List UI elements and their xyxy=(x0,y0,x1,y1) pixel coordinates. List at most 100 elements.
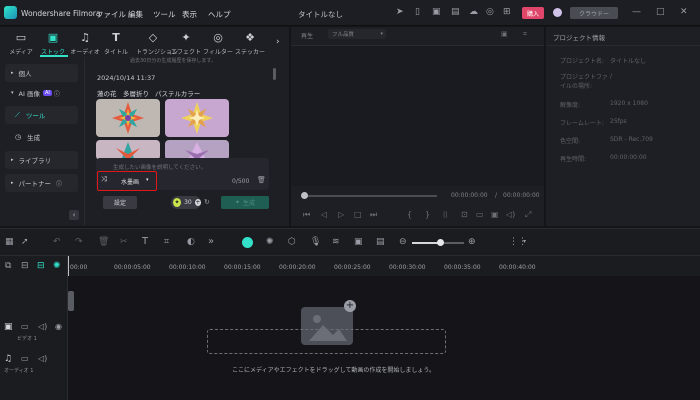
tab-sticker[interactable]: ❖ ステッカー xyxy=(235,32,265,57)
crop-tool-icon[interactable]: ⌗ xyxy=(164,238,169,247)
previous-frame-icon[interactable]: ⏮ xyxy=(303,211,310,219)
volume-icon[interactable]: ◁) xyxy=(506,211,515,219)
trash-icon[interactable]: 🗑 xyxy=(257,176,266,184)
maximize-icon[interactable]: □ xyxy=(656,8,665,17)
image-icon[interactable]: ▣ xyxy=(501,31,508,38)
play-back-icon[interactable]: ◁ xyxy=(321,211,327,219)
menu-help[interactable]: ヘルプ xyxy=(208,9,231,20)
chevron-down-icon[interactable]: ▾ xyxy=(523,239,526,245)
sidebar-item-personal[interactable]: ▸ 個人 xyxy=(5,64,78,82)
fullscreen-icon[interactable]: ⌷ xyxy=(443,211,448,219)
add-credits-icon[interactable]: + xyxy=(194,199,201,206)
mark-out-icon[interactable]: } xyxy=(425,211,430,219)
tab-filter[interactable]: ◎ フィルター xyxy=(203,32,233,57)
refresh-icon[interactable]: ↻ xyxy=(204,198,210,206)
sidebar-item-tool[interactable]: ⟋ ツール xyxy=(5,106,78,124)
next-frame-icon[interactable]: ⏭ xyxy=(370,211,377,219)
link-icon[interactable]: ⊟ xyxy=(21,262,29,271)
generated-image[interactable] xyxy=(165,140,229,160)
speaker-icon[interactable]: ◁) xyxy=(38,323,47,331)
generated-image[interactable] xyxy=(96,99,160,137)
playback-scrubber[interactable] xyxy=(303,195,437,197)
track-resize-handle[interactable] xyxy=(68,291,74,311)
text-tool-icon[interactable]: T xyxy=(142,237,148,247)
expand-icon[interactable]: ⤢ xyxy=(525,211,531,219)
cloud-button[interactable]: クラウドー xyxy=(570,7,618,19)
subtitle-icon[interactable]: ▤ xyxy=(376,238,385,247)
tab-stock[interactable]: ▣ ストック xyxy=(38,32,68,57)
scrollbar[interactable] xyxy=(273,68,276,80)
sidebar-item-generate[interactable]: ◷ 生成 xyxy=(5,128,78,146)
display-icon[interactable]: ▭ xyxy=(476,211,484,219)
tab-effect[interactable]: ✦ エフェクト xyxy=(171,32,201,57)
playhead[interactable] xyxy=(68,256,69,276)
magnet-icon[interactable]: ⊟ xyxy=(37,262,45,271)
menu-file[interactable]: ファイル xyxy=(96,9,126,20)
tab-media[interactable]: ▭ メディア xyxy=(6,32,36,57)
tab-title[interactable]: T タイトル xyxy=(101,32,131,57)
redo-icon[interactable]: ↷ xyxy=(75,238,83,247)
generated-image[interactable] xyxy=(96,140,160,160)
zoom-in-icon[interactable]: ⊕ xyxy=(468,238,476,247)
zoom-out-icon[interactable]: ⊖ xyxy=(399,238,407,247)
menu-view[interactable]: 表示 xyxy=(182,9,197,20)
headset-icon[interactable]: ◎ xyxy=(486,8,494,17)
playhead-handle[interactable] xyxy=(301,192,308,199)
ai-assistant-icon[interactable] xyxy=(242,237,253,248)
shield-icon[interactable]: ⬡ xyxy=(288,238,296,247)
folder-icon[interactable]: ▭ xyxy=(21,323,29,331)
ratio-icon[interactable]: ⊡ xyxy=(461,211,468,219)
timeline-ruler[interactable]: 00:00 00:00:05:00 00:00:10:00 00:00:15:0… xyxy=(68,256,700,276)
menu-edit[interactable]: 編集 xyxy=(128,9,143,20)
undo-icon[interactable]: ↶ xyxy=(53,238,61,247)
collapse-sidebar-button[interactable]: ‹ xyxy=(69,210,79,220)
generated-image[interactable] xyxy=(165,99,229,137)
folder-icon[interactable]: ▭ xyxy=(21,355,29,363)
more-tools-icon[interactable]: » xyxy=(208,237,214,247)
settings-button[interactable]: 設定 xyxy=(103,196,137,209)
style-select[interactable]: 水墨画 xyxy=(121,177,139,186)
minimize-icon[interactable]: — xyxy=(632,8,641,17)
chevron-right-icon[interactable]: › xyxy=(276,38,280,47)
cloud-upload-icon[interactable]: ☁ xyxy=(469,8,478,17)
stop-icon[interactable]: □ xyxy=(354,211,362,219)
close-icon[interactable]: ✕ xyxy=(680,8,688,17)
delete-icon[interactable]: 🗑 xyxy=(98,238,109,247)
mobile-icon[interactable]: ▯ xyxy=(415,8,420,17)
snapshot-icon[interactable]: ▣ xyxy=(491,211,499,219)
layout-icon[interactable]: ▦ xyxy=(5,238,14,247)
prompt-input[interactable]: 生成したい画像を説明してください。 xyxy=(113,163,206,171)
sun-icon[interactable]: ✺ xyxy=(266,238,274,247)
snap-icon[interactable]: ✺ xyxy=(53,262,61,271)
zoom-slider-handle[interactable] xyxy=(437,239,444,246)
media-insert-icon[interactable]: ▣ xyxy=(354,238,363,247)
tab-transition[interactable]: ◇ トランジション xyxy=(136,32,178,57)
audio-mix-icon[interactable]: ≋ xyxy=(332,238,340,247)
sidebar-item-library[interactable]: ▸ ライブラリ xyxy=(5,151,78,169)
select-tool-icon[interactable]: ➚ xyxy=(21,238,29,247)
add-media-icon[interactable]: + xyxy=(344,300,356,312)
mark-in-icon[interactable]: { xyxy=(407,211,412,219)
tab-audio[interactable]: ♫ オーディオ xyxy=(70,32,100,57)
sidebar-item-ai-image[interactable]: ▾ AI 画像 AI ⓘ xyxy=(5,84,78,102)
crop-icon[interactable]: ⌗ xyxy=(523,31,527,38)
avatar[interactable] xyxy=(553,8,562,17)
add-track-icon[interactable]: ⧉ xyxy=(5,262,11,271)
sidebar-item-partner[interactable]: ▸ パートナー ⓘ xyxy=(5,174,78,192)
grid-icon[interactable]: ⊞ xyxy=(503,8,511,17)
speaker-icon[interactable]: ◁) xyxy=(38,355,47,363)
style-selector-highlight[interactable]: ⤨ 水墨画 ▾ xyxy=(97,171,157,191)
timeline-drop-zone[interactable] xyxy=(207,329,446,354)
cut-icon[interactable]: ✂ xyxy=(120,238,128,247)
eye-icon[interactable]: ◉ xyxy=(55,323,62,331)
send-icon[interactable]: ➤ xyxy=(396,8,404,17)
quality-select[interactable]: フル品質 ▾ xyxy=(328,29,386,39)
mic-icon[interactable]: 🎙 xyxy=(310,238,321,247)
play-icon[interactable]: ▷ xyxy=(338,211,344,219)
save-icon[interactable]: ▤ xyxy=(451,8,460,17)
color-tool-icon[interactable]: ◐ xyxy=(187,238,195,247)
generate-button[interactable]: ✦ 生成 xyxy=(221,196,269,209)
photo-icon[interactable]: ▣ xyxy=(432,8,441,17)
buy-button[interactable]: 購入 xyxy=(522,7,544,19)
menu-tools[interactable]: ツール xyxy=(153,9,176,20)
